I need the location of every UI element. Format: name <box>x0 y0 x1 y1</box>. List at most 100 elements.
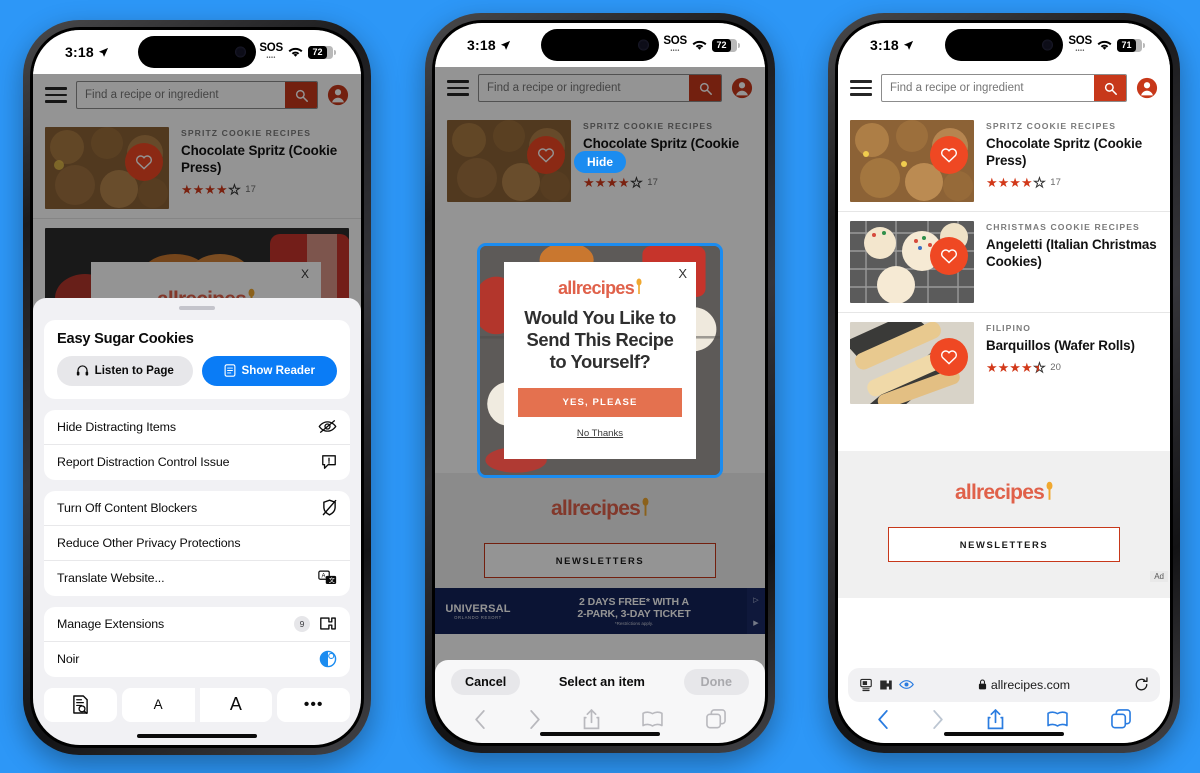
recipe-title[interactable]: Chocolate Spritz (Cookie Press) <box>181 142 349 176</box>
star-rating: ★★★★ ★ ★ <box>986 360 1046 376</box>
selected-element-highlight[interactable]: X allrecipes Would You Like to Send This… <box>477 243 723 479</box>
back-icon[interactable] <box>877 709 889 729</box>
favorite-heart-icon[interactable] <box>527 136 565 174</box>
sos-indicator: SOS •••• <box>259 42 283 61</box>
recipe-title[interactable]: Angeletti (Italian Christmas Cookies) <box>986 236 1158 270</box>
newsletters-button[interactable]: NEWSLETTERS <box>888 527 1120 562</box>
recipe-category: SPRITZ COOKIE RECIPES <box>583 121 714 131</box>
list-item[interactable]: CHRISTMAS COOKIE RECIPES Angeletti (Ital… <box>838 212 1170 313</box>
recipe-thumbnail <box>850 120 974 202</box>
listen-to-page-button[interactable]: Listen to Page <box>57 355 193 386</box>
url-display[interactable]: allrecipes.com <box>921 678 1127 692</box>
recipe-category: SPRITZ COOKIE RECIPES <box>986 121 1117 131</box>
account-icon[interactable] <box>731 77 753 99</box>
extension-icon[interactable] <box>879 679 893 691</box>
page-title: Easy Sugar Cookies <box>57 330 194 347</box>
menu-group-1: Hide Distracting Items Report Distractio… <box>44 409 350 480</box>
browser-nav-bar <box>435 705 765 730</box>
list-item[interactable]: SPRITZ COOKIE RECIPES Chocolate Spritz (… <box>33 118 361 219</box>
recipe-list: SPRITZ COOKIE RECIPES Chocolate Spritz (… <box>838 111 1170 413</box>
share-icon[interactable] <box>987 708 1004 730</box>
favorite-heart-icon[interactable] <box>930 237 968 275</box>
reload-icon[interactable] <box>1134 677 1149 692</box>
ad-choices-icon[interactable]: ▷ ▶ <box>747 588 765 634</box>
star-rating: ★★★★ ★ <box>181 182 241 198</box>
search-input[interactable] <box>882 75 1094 101</box>
wifi-icon <box>1097 40 1112 51</box>
share-icon[interactable] <box>583 708 600 730</box>
allrecipes-logo: allrecipes <box>551 497 649 521</box>
address-bar[interactable]: allrecipes.com <box>848 667 1160 702</box>
phone-1-bezel: 3:18 SOS •••• 72 Find a recipe or ingred… <box>30 27 364 748</box>
recipe-category: FILIPINO <box>986 323 1032 333</box>
favorite-heart-icon[interactable] <box>930 136 968 174</box>
menu-item-translate-website[interactable]: Translate Website... A文 <box>44 561 350 596</box>
decrease-text-size-button[interactable]: A <box>121 687 195 722</box>
menu-item-manage-extensions[interactable]: Manage Extensions 9 <box>44 607 350 642</box>
site-header <box>838 67 1170 111</box>
newsletters-button[interactable]: NEWSLETTERS <box>484 543 716 578</box>
search-button[interactable] <box>285 82 317 108</box>
search-button[interactable] <box>1094 75 1126 101</box>
list-item[interactable]: FILIPINO Barquillos (Wafer Rolls) ★★★★ ★… <box>838 313 1170 413</box>
phone-1: 3:18 SOS •••• 72 Find a recipe or ingred… <box>23 20 371 755</box>
phone-3: 3:18 SOS •••• 71 Find a recipe or ingred… <box>828 13 1180 753</box>
recipe-title[interactable]: Barquillos (Wafer Rolls) <box>986 337 1158 354</box>
status-indicators: SOS •••• 72 <box>259 42 336 61</box>
noir-eye-icon[interactable] <box>899 679 914 690</box>
favorite-heart-icon[interactable] <box>930 338 968 376</box>
back-icon[interactable] <box>474 709 486 729</box>
bookmarks-icon[interactable] <box>1047 710 1068 728</box>
show-reader-button[interactable]: Show Reader <box>201 355 337 386</box>
status-time: 3:18 <box>467 37 511 53</box>
sheet-grabber[interactable] <box>179 305 215 310</box>
hide-tooltip-button[interactable]: Hide <box>573 151 627 173</box>
select-item-title: Select an item <box>558 674 645 689</box>
modal-close-icon[interactable]: X <box>301 267 309 281</box>
menu-item-report-distraction-control-issue[interactable]: Report Distraction Control Issue <box>44 445 350 480</box>
tabs-icon[interactable] <box>1110 709 1131 729</box>
tabs-icon[interactable] <box>705 709 726 729</box>
ad-banner[interactable]: UNIVERSAL ORLANDO RESORT 2 DAYS FREE* WI… <box>435 588 765 634</box>
find-on-page-button[interactable] <box>44 687 117 722</box>
no-thanks-link[interactable]: No Thanks <box>577 428 623 439</box>
yes-please-button[interactable]: YES, PLEASE <box>518 388 682 418</box>
phone-3-screen: 3:18 SOS •••• 71 Find a recipe or ingred… <box>838 23 1170 743</box>
status-bar: 3:18 SOS •••• 72 <box>33 30 361 74</box>
list-item[interactable]: SPRITZ COOKIE RECIPES Chocolate Spritz (… <box>838 111 1170 212</box>
menu-item-hide-distracting-items[interactable]: Hide Distracting Items <box>44 410 350 445</box>
recipe-meta: SPRITZ COOKIE RECIPES Chocolate Spritz (… <box>986 120 1158 202</box>
search-field-wrap[interactable] <box>881 74 1127 102</box>
menu-item-reduce-other-privacy-protections[interactable]: Reduce Other Privacy Protections <box>44 526 350 561</box>
menu-icon[interactable] <box>447 80 469 96</box>
recipe-title[interactable]: Chocolate Spritz (Cookie Press) <box>986 135 1158 169</box>
menu-item-turn-off-content-blockers[interactable]: Turn Off Content Blockers <box>44 491 350 526</box>
spoon-icon <box>1046 481 1053 500</box>
menu-item-noir[interactable]: Noir <box>44 642 350 677</box>
star-rating: ★★★★ ★ <box>986 175 1046 191</box>
done-button[interactable]: Done <box>683 668 749 695</box>
modal-close-icon[interactable]: X <box>678 266 687 281</box>
sos-indicator: SOS •••• <box>1068 35 1092 54</box>
menu-icon[interactable] <box>45 87 67 103</box>
account-icon[interactable] <box>1136 77 1158 99</box>
recipe-meta: FILIPINO Barquillos (Wafer Rolls) ★★★★ ★… <box>986 322 1158 404</box>
menu-icon[interactable] <box>850 80 872 96</box>
forward-icon[interactable] <box>529 709 541 729</box>
search-field-wrap[interactable] <box>76 81 318 109</box>
status-time: 3:18 <box>870 37 914 53</box>
extensions-count-badge: 9 <box>294 615 310 632</box>
increase-text-size-button[interactable]: A <box>199 687 273 722</box>
search-input[interactable] <box>77 82 285 108</box>
favorite-heart-icon[interactable] <box>125 143 163 181</box>
search-input[interactable] <box>479 75 689 101</box>
page-settings-icon[interactable] <box>859 678 873 692</box>
bookmarks-icon[interactable] <box>642 710 664 728</box>
home-indicator <box>944 731 1064 736</box>
search-field-wrap[interactable] <box>478 74 722 102</box>
account-icon[interactable] <box>327 84 349 106</box>
cancel-button[interactable]: Cancel <box>451 668 521 695</box>
more-options-button[interactable]: ••• <box>277 687 350 722</box>
search-button[interactable] <box>689 75 721 101</box>
reader-icon <box>224 364 236 377</box>
